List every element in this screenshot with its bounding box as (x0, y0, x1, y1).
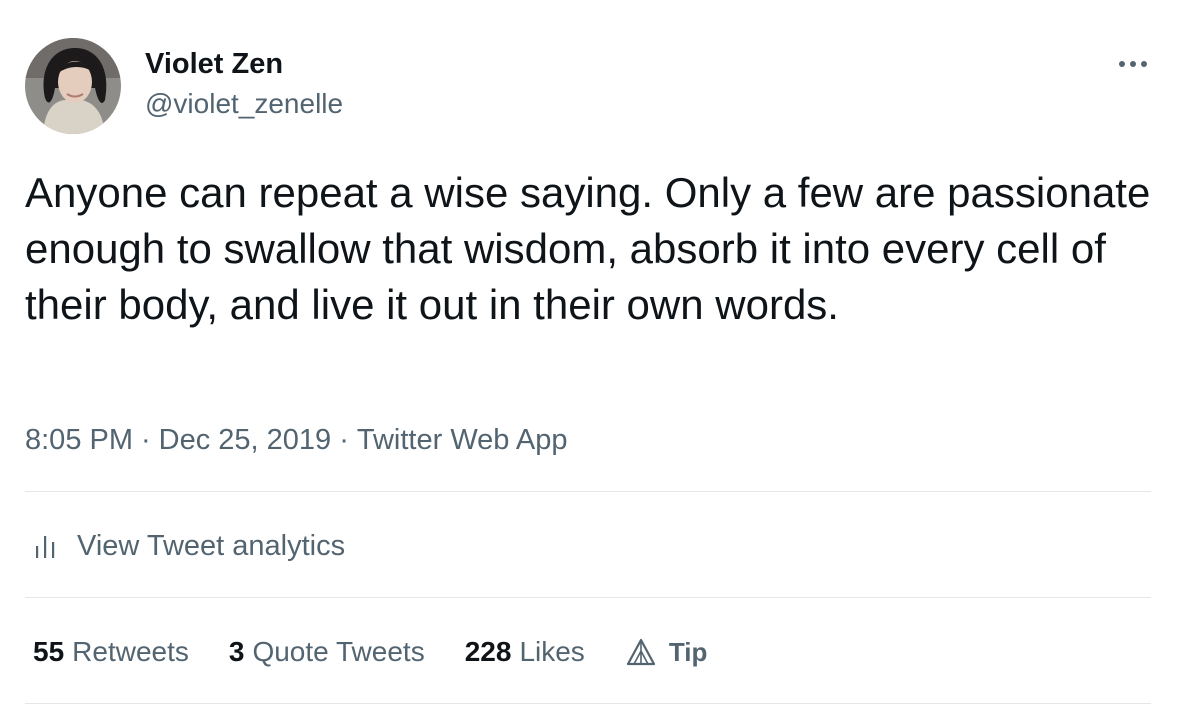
likes-stat[interactable]: 228 Likes (465, 636, 585, 668)
author-name[interactable]: Violet Zen (145, 46, 283, 82)
bar-chart-icon (36, 536, 55, 558)
tip-triangle-icon (626, 638, 655, 666)
likes-label: Likes (519, 636, 585, 667)
author-handle[interactable]: @violet_zenelle (145, 86, 343, 122)
divider (25, 703, 1151, 704)
tweet-text: Anyone can repeat a wise saying. Only a … (25, 169, 1151, 328)
quote-tweets-count: 3 (228, 636, 245, 667)
avatar[interactable] (25, 38, 121, 134)
tweet-metadata: 8:05 PM · Dec 25, 2019 · Twitter Web App (25, 420, 567, 460)
tip-button[interactable]: Tip (625, 636, 708, 668)
tweet-card: Violet Zen @violet_zenelle Anyone can re… (0, 0, 1200, 712)
meta-separator: · (141, 424, 151, 456)
view-analytics-link[interactable]: View Tweet analytics (25, 526, 345, 566)
tweet-source[interactable]: Twitter Web App (357, 424, 568, 456)
view-analytics-label: View Tweet analytics (77, 529, 346, 562)
quote-tweets-label: Quote Tweets (252, 636, 425, 667)
avatar-image (25, 38, 121, 134)
retweets-stat[interactable]: 55 Retweets (33, 636, 189, 668)
divider (25, 491, 1151, 492)
tweet-time[interactable]: 8:05 PM (25, 424, 133, 456)
retweets-count: 55 (33, 636, 65, 667)
more-options-icon[interactable] (1117, 54, 1149, 74)
retweets-label: Retweets (72, 636, 189, 667)
tip-label: Tip (668, 636, 708, 667)
tweet-date[interactable]: Dec 25, 2019 (159, 424, 332, 456)
divider (25, 597, 1151, 598)
meta-separator: · (339, 424, 349, 456)
quote-tweets-stat[interactable]: 3 Quote Tweets (229, 636, 425, 668)
tweet-stats: 55 Retweets 3 Quote Tweets 228 Likes Tip (33, 632, 707, 672)
likes-count: 228 (464, 636, 512, 667)
